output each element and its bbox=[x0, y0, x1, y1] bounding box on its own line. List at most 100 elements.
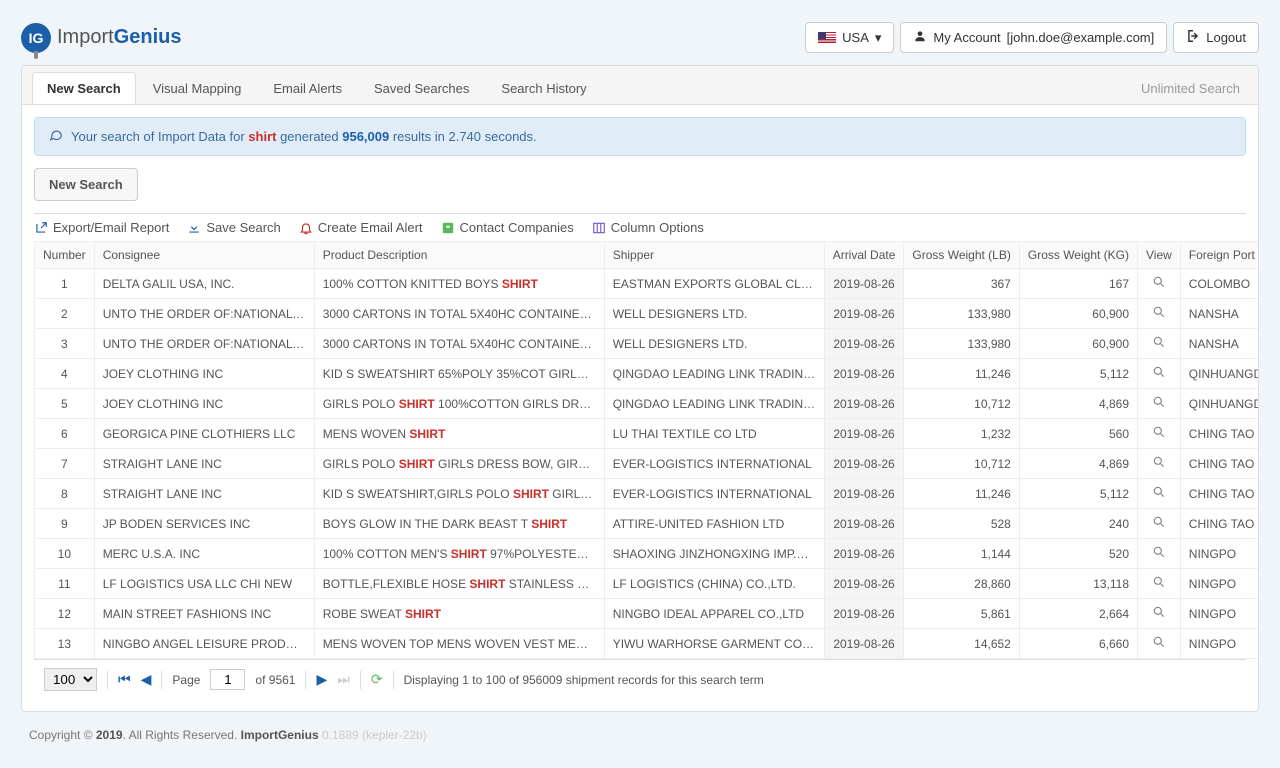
results-table: Number Consignee Product Description Shi… bbox=[34, 241, 1259, 659]
tab-email-alerts[interactable]: Email Alerts bbox=[258, 72, 357, 104]
cell-view[interactable] bbox=[1138, 629, 1181, 659]
logo[interactable]: IG ImportGenius bbox=[21, 23, 181, 53]
cell-view[interactable] bbox=[1138, 449, 1181, 479]
col-view[interactable]: View bbox=[1138, 242, 1181, 269]
table-row[interactable]: 7STRAIGHT LANE INCGIRLS POLO SHIRT GIRLS… bbox=[35, 449, 1260, 479]
refresh-icon[interactable]: ⟳ bbox=[371, 671, 383, 688]
magnifier-icon[interactable] bbox=[1152, 456, 1166, 472]
col-consignee[interactable]: Consignee bbox=[94, 242, 314, 269]
tab-new-search[interactable]: New Search bbox=[32, 72, 136, 104]
magnifier-icon[interactable] bbox=[1152, 306, 1166, 322]
table-row[interactable]: 13NINGBO ANGEL LEISURE PRODUCTS CO.,LMEN… bbox=[35, 629, 1260, 659]
magnifier-icon[interactable] bbox=[1152, 426, 1166, 442]
cell-gw-kg: 560 bbox=[1019, 419, 1137, 449]
table-row[interactable]: 10MERC U.S.A. INC100% COTTON MEN'S SHIRT… bbox=[35, 539, 1260, 569]
footer: Copyright © 2019. All Rights Reserved. I… bbox=[21, 712, 1259, 758]
cell-arrival: 2019-08-26 bbox=[824, 599, 904, 629]
save-search[interactable]: Save Search bbox=[187, 220, 280, 235]
table-row[interactable]: 1DELTA GALIL USA, INC.100% COTTON KNITTE… bbox=[35, 269, 1260, 299]
cell-arrival: 2019-08-26 bbox=[824, 569, 904, 599]
table-row[interactable]: 2UNTO THE ORDER OF:NATIONAL CREDIT3000 C… bbox=[35, 299, 1260, 329]
col-number[interactable]: Number bbox=[35, 242, 95, 269]
table-row[interactable]: 6GEORGICA PINE CLOTHIERS LLCMENS WOVEN S… bbox=[35, 419, 1260, 449]
cell-consignee: GEORGICA PINE CLOTHIERS LLC bbox=[94, 419, 314, 449]
footer-version: 0.1889 bbox=[319, 728, 362, 742]
magnifier-icon[interactable] bbox=[1152, 366, 1166, 382]
last-page-icon[interactable]: ⏭ bbox=[337, 671, 350, 688]
table-row[interactable]: 5JOEY CLOTHING INCGIRLS POLO SHIRT 100%C… bbox=[35, 389, 1260, 419]
magnifier-icon[interactable] bbox=[1152, 336, 1166, 352]
cell-shipper: WELL DESIGNERS LTD. bbox=[604, 299, 824, 329]
table-row[interactable]: 4JOEY CLOTHING INCKID S SWEATSHIRT 65%PO… bbox=[35, 359, 1260, 389]
col-product[interactable]: Product Description bbox=[314, 242, 604, 269]
cell-gw-lb: 5,861 bbox=[904, 599, 1019, 629]
magnifier-icon[interactable] bbox=[1152, 396, 1166, 412]
cell-gw-kg: 4,869 bbox=[1019, 389, 1137, 419]
per-page-select[interactable]: 100 bbox=[44, 668, 97, 691]
contact-companies[interactable]: Contact Companies bbox=[441, 220, 574, 235]
magnifier-icon[interactable] bbox=[1152, 576, 1166, 592]
col-port[interactable]: Foreign Port bbox=[1180, 242, 1259, 269]
tab-visual-mapping[interactable]: Visual Mapping bbox=[138, 72, 257, 104]
table-row[interactable]: 3UNTO THE ORDER OF:NATIONAL CREDIT3000 C… bbox=[35, 329, 1260, 359]
banner-count: 956,009 bbox=[342, 129, 389, 144]
export-label: Export/Email Report bbox=[53, 220, 169, 235]
cell-product: GIRLS POLO SHIRT GIRLS DRESS BOW, GIRLS … bbox=[314, 449, 604, 479]
cell-view[interactable] bbox=[1138, 479, 1181, 509]
col-shipper[interactable]: Shipper bbox=[604, 242, 824, 269]
logout-button[interactable]: Logout bbox=[1173, 22, 1259, 53]
column-options[interactable]: Column Options bbox=[592, 220, 704, 235]
cell-view[interactable] bbox=[1138, 419, 1181, 449]
cell-gw-lb: 1,144 bbox=[904, 539, 1019, 569]
table-row[interactable]: 8STRAIGHT LANE INCKID S SWEATSHIRT,GIRLS… bbox=[35, 479, 1260, 509]
logo-suffix: Genius bbox=[114, 26, 182, 48]
cell-product: 100% COTTON KNITTED BOYS SHIRT bbox=[314, 269, 604, 299]
cell-arrival: 2019-08-26 bbox=[824, 269, 904, 299]
cell-view[interactable] bbox=[1138, 569, 1181, 599]
my-account-button[interactable]: My Account [john.doe@example.com] bbox=[900, 22, 1167, 53]
cell-view[interactable] bbox=[1138, 329, 1181, 359]
page-input[interactable] bbox=[210, 669, 245, 690]
topbar: IG ImportGenius USA ▾ My Account [john.d… bbox=[21, 10, 1259, 65]
cell-port: QINHUANGD bbox=[1180, 359, 1259, 389]
cell-view[interactable] bbox=[1138, 509, 1181, 539]
cell-view[interactable] bbox=[1138, 389, 1181, 419]
col-gw-lb[interactable]: Gross Weight (LB) bbox=[904, 242, 1019, 269]
cell-view[interactable] bbox=[1138, 599, 1181, 629]
magnifier-icon[interactable] bbox=[1152, 516, 1166, 532]
tab-search-history[interactable]: Search History bbox=[486, 72, 601, 104]
footer-brand: ImportGenius bbox=[241, 728, 319, 742]
cell-gw-lb: 133,980 bbox=[904, 299, 1019, 329]
export-email-report[interactable]: Export/Email Report bbox=[34, 220, 169, 235]
cell-consignee: STRAIGHT LANE INC bbox=[94, 449, 314, 479]
cell-view[interactable] bbox=[1138, 359, 1181, 389]
first-page-icon[interactable]: ⏮ bbox=[118, 671, 131, 688]
col-arrival[interactable]: Arrival Date bbox=[824, 242, 904, 269]
cell-view[interactable] bbox=[1138, 539, 1181, 569]
col-gw-kg[interactable]: Gross Weight (KG) bbox=[1019, 242, 1137, 269]
tab-saved-searches[interactable]: Saved Searches bbox=[359, 72, 484, 104]
table-row[interactable]: 12MAIN STREET FASHIONS INCROBE SWEAT SHI… bbox=[35, 599, 1260, 629]
magnifier-icon[interactable] bbox=[1152, 636, 1166, 652]
cell-arrival: 2019-08-26 bbox=[824, 419, 904, 449]
contact-label: Contact Companies bbox=[460, 220, 574, 235]
table-row[interactable]: 9JP BODEN SERVICES INCBOYS GLOW IN THE D… bbox=[35, 509, 1260, 539]
magnifier-icon[interactable] bbox=[1152, 486, 1166, 502]
pager-status: Displaying 1 to 100 of 956009 shipment r… bbox=[404, 673, 764, 687]
magnifier-icon[interactable] bbox=[1152, 606, 1166, 622]
cell-product: GIRLS POLO SHIRT 100%COTTON GIRLS DRESS … bbox=[314, 389, 604, 419]
table-row[interactable]: 11LF LOGISTICS USA LLC CHI NEWBOTTLE,FLE… bbox=[35, 569, 1260, 599]
prev-page-icon[interactable]: ◀ bbox=[141, 671, 152, 688]
magnifier-icon[interactable] bbox=[1152, 546, 1166, 562]
new-search-button[interactable]: New Search bbox=[34, 168, 138, 201]
next-page-icon[interactable]: ▶ bbox=[316, 671, 327, 688]
cell-view[interactable] bbox=[1138, 299, 1181, 329]
cell-shipper: LU THAI TEXTILE CO LTD bbox=[604, 419, 824, 449]
cell-view[interactable] bbox=[1138, 269, 1181, 299]
magnifier-icon[interactable] bbox=[1152, 276, 1166, 292]
country-dropdown[interactable]: USA ▾ bbox=[805, 22, 894, 53]
create-email-alert[interactable]: Create Email Alert bbox=[299, 220, 423, 235]
export-icon bbox=[34, 221, 48, 235]
tabbar: New Search Visual Mapping Email Alerts S… bbox=[22, 66, 1258, 105]
cell-shipper: EASTMAN EXPORTS GLOBAL CLOTHING bbox=[604, 269, 824, 299]
